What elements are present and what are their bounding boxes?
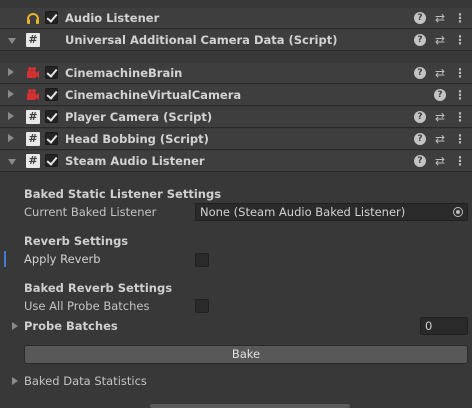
horizontal-scrollbar[interactable] <box>150 404 350 408</box>
foldout-arrow-icon[interactable] <box>8 159 16 165</box>
component-header-universal-camera-data[interactable]: # Universal Additional Camera Data (Scri… <box>0 30 472 51</box>
foldout-arrow-icon[interactable] <box>8 112 14 120</box>
component-header-steam-audio-listener[interactable]: # Steam Audio Listener ? ⇄ ⋮ <box>0 151 472 172</box>
section-baked-static-listener: Baked Static Listener Settings <box>24 187 222 201</box>
script-icon: # <box>26 33 40 47</box>
component-header-cinemachine-vcam[interactable]: CinemachineVirtualCamera ? ⋮ <box>0 85 472 106</box>
foldout-arrow-icon[interactable] <box>8 68 14 76</box>
modified-indicator <box>4 251 6 267</box>
component-title: Universal Additional Camera Data (Script… <box>65 33 338 47</box>
current-baked-listener-value: None (Steam Audio Baked Listener) <box>200 205 406 219</box>
component-header-head-bobbing[interactable]: # Head Bobbing (Script) ? ⇄ ⋮ <box>0 129 472 150</box>
object-picker-icon[interactable] <box>453 207 463 217</box>
use-all-probe-batches-checkbox[interactable] <box>195 299 209 313</box>
component-header-cinemachine-brain[interactable]: CinemachineBrain ? ⇄ ⋮ <box>0 63 472 84</box>
enable-checkbox[interactable] <box>45 110 58 123</box>
headphones-icon <box>26 11 40 25</box>
enable-checkbox[interactable] <box>45 88 58 101</box>
section-reverb-settings: Reverb Settings <box>24 234 129 248</box>
current-baked-listener-label: Current Baked Listener <box>24 205 157 219</box>
section-baked-reverb: Baked Reverb Settings <box>24 281 173 295</box>
use-all-probe-batches-label: Use All Probe Batches <box>24 299 150 313</box>
apply-reverb-label: Apply Reverb <box>24 252 101 266</box>
help-icon[interactable]: ? <box>414 34 426 46</box>
baked-data-statistics-foldout-icon[interactable] <box>12 377 18 385</box>
component-title: CinemachineBrain <box>65 66 183 80</box>
bake-button[interactable]: Bake <box>24 345 468 364</box>
apply-reverb-checkbox[interactable] <box>195 253 209 267</box>
menu-icon[interactable]: ⋮ <box>454 67 466 79</box>
enable-checkbox[interactable] <box>45 132 58 145</box>
component-title: Steam Audio Listener <box>65 154 205 168</box>
current-baked-listener-field[interactable]: None (Steam Audio Baked Listener) <box>195 203 468 221</box>
component-title: Player Camera (Script) <box>65 110 213 124</box>
probe-batches-label[interactable]: Probe Batches <box>24 319 118 333</box>
preset-icon[interactable]: ⇄ <box>434 155 446 167</box>
menu-icon[interactable]: ⋮ <box>454 111 466 123</box>
preset-icon[interactable]: ⇄ <box>434 34 446 46</box>
component-title: Head Bobbing (Script) <box>65 132 209 146</box>
component-title: CinemachineVirtualCamera <box>65 88 242 102</box>
foldout-arrow-icon[interactable] <box>8 38 16 44</box>
help-icon[interactable]: ? <box>414 12 426 24</box>
menu-icon[interactable]: ⋮ <box>454 89 466 101</box>
foldout-arrow-icon[interactable] <box>8 134 14 142</box>
help-icon[interactable]: ? <box>414 111 426 123</box>
preset-icon[interactable]: ⇄ <box>434 12 446 24</box>
menu-icon[interactable]: ⋮ <box>454 133 466 145</box>
component-header-audio-listener[interactable]: Audio Listener ? ⇄ ⋮ <box>0 8 472 29</box>
script-icon: # <box>26 110 40 124</box>
probe-batches-size-field[interactable]: 0 <box>420 317 468 335</box>
help-icon[interactable]: ? <box>414 155 426 167</box>
help-icon[interactable]: ? <box>414 133 426 145</box>
script-icon: # <box>26 154 40 168</box>
cinemachine-icon <box>26 88 40 102</box>
preset-icon[interactable]: ⇄ <box>434 67 446 79</box>
preset-icon[interactable]: ⇄ <box>434 133 446 145</box>
probe-batches-size-value: 0 <box>425 319 433 333</box>
foldout-arrow-icon[interactable] <box>8 90 14 98</box>
menu-icon[interactable]: ⋮ <box>454 12 466 24</box>
baked-data-statistics-label[interactable]: Baked Data Statistics <box>24 374 147 388</box>
cinemachine-icon <box>26 66 40 80</box>
preset-icon[interactable]: ⇄ <box>434 111 446 123</box>
enable-checkbox[interactable] <box>45 66 58 79</box>
component-header-player-camera[interactable]: # Player Camera (Script) ? ⇄ ⋮ <box>0 107 472 128</box>
help-icon[interactable]: ? <box>434 89 446 101</box>
enable-checkbox[interactable] <box>45 11 58 24</box>
menu-icon[interactable]: ⋮ <box>454 34 466 46</box>
menu-icon[interactable]: ⋮ <box>454 155 466 167</box>
help-icon[interactable]: ? <box>414 67 426 79</box>
probe-batches-foldout-icon[interactable] <box>12 322 18 330</box>
script-icon: # <box>26 132 40 146</box>
component-title: Audio Listener <box>65 11 160 25</box>
enable-checkbox[interactable] <box>45 154 58 167</box>
